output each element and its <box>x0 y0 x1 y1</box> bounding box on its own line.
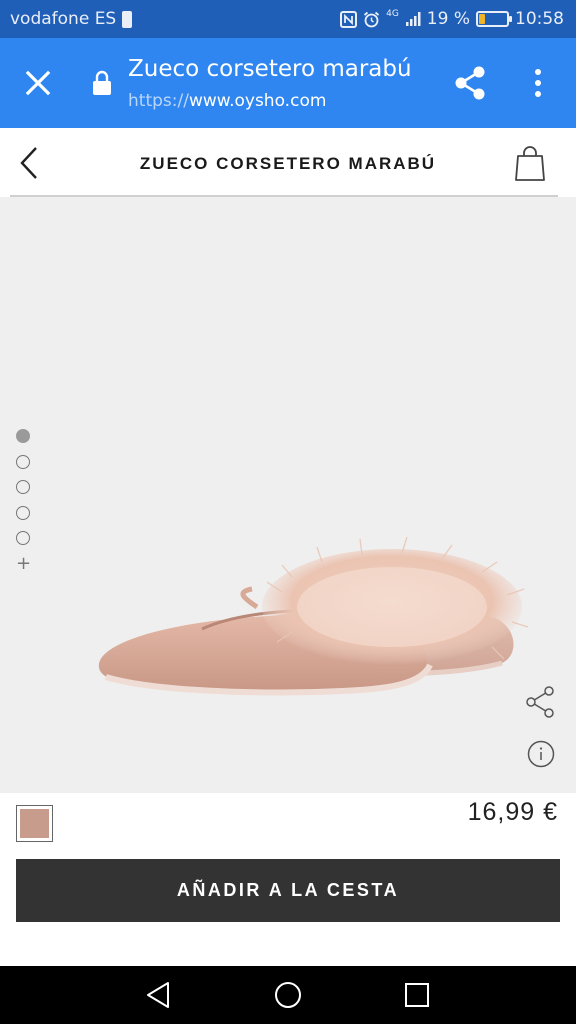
info-icon[interactable] <box>527 740 555 768</box>
close-icon <box>25 70 51 96</box>
carrier-label: vodafone ES <box>10 9 117 29</box>
sim-icon <box>122 10 133 28</box>
status-left: vodafone ES <box>10 9 133 29</box>
product-image[interactable] <box>92 537 532 712</box>
alarm-icon <box>364 11 380 27</box>
product-price: 16,99 € <box>467 798 558 826</box>
url-scheme: https:// <box>128 91 189 111</box>
browser-toolbar: Zueco corsetero marabú https://www.oysho… <box>0 38 576 128</box>
battery-percent-label: 19 % <box>426 9 470 29</box>
status-right: 4G 19 % 10:58 <box>340 9 564 29</box>
add-to-cart-button[interactable]: AÑADIR A LA CESTA <box>16 859 560 922</box>
battery-level-fill <box>479 14 485 24</box>
browser-url[interactable]: https://www.oysho.com <box>128 91 326 111</box>
gallery-dot[interactable] <box>16 429 30 443</box>
menu-dot <box>535 69 541 75</box>
gallery-dot[interactable] <box>16 454 30 469</box>
gallery-dot[interactable] <box>16 531 30 545</box>
page-header: ZUECO CORSETERO MARABÚ <box>0 128 576 198</box>
clock-label: 10:58 <box>515 9 564 29</box>
android-nav-bar <box>0 966 576 1024</box>
shopping-bag-icon[interactable] <box>514 146 546 182</box>
signal-icon <box>405 12 421 26</box>
lock-icon <box>93 70 111 95</box>
close-tab-button[interactable] <box>20 65 56 101</box>
color-swatch[interactable] <box>16 805 53 842</box>
gallery-dot[interactable] <box>16 480 30 494</box>
share-icon[interactable] <box>524 685 556 719</box>
gallery-dot[interactable] <box>16 505 30 520</box>
product-gallery: + <box>0 197 576 793</box>
nfc-icon <box>340 10 358 28</box>
battery-icon <box>476 11 512 27</box>
browser-page-title: Zueco corsetero marabú <box>128 56 412 82</box>
menu-dot <box>535 91 541 97</box>
nav-recent-icon[interactable] <box>402 980 432 1010</box>
network-type-label: 4G <box>386 8 399 19</box>
color-swatch-fill <box>20 809 49 838</box>
more-vert-icon[interactable] <box>526 64 550 102</box>
share-icon[interactable] <box>452 64 488 102</box>
nav-back-icon[interactable] <box>144 980 174 1010</box>
url-host: www.oysho.com <box>188 91 327 111</box>
gallery-pagination: + <box>16 429 32 572</box>
nav-home-icon[interactable] <box>273 980 303 1010</box>
menu-dot <box>535 80 541 86</box>
page-title: ZUECO CORSETERO MARABÚ <box>139 154 437 173</box>
gallery-more-indicator[interactable]: + <box>16 554 31 572</box>
status-bar: vodafone ES 4G 19 % 10:58 <box>0 0 576 38</box>
